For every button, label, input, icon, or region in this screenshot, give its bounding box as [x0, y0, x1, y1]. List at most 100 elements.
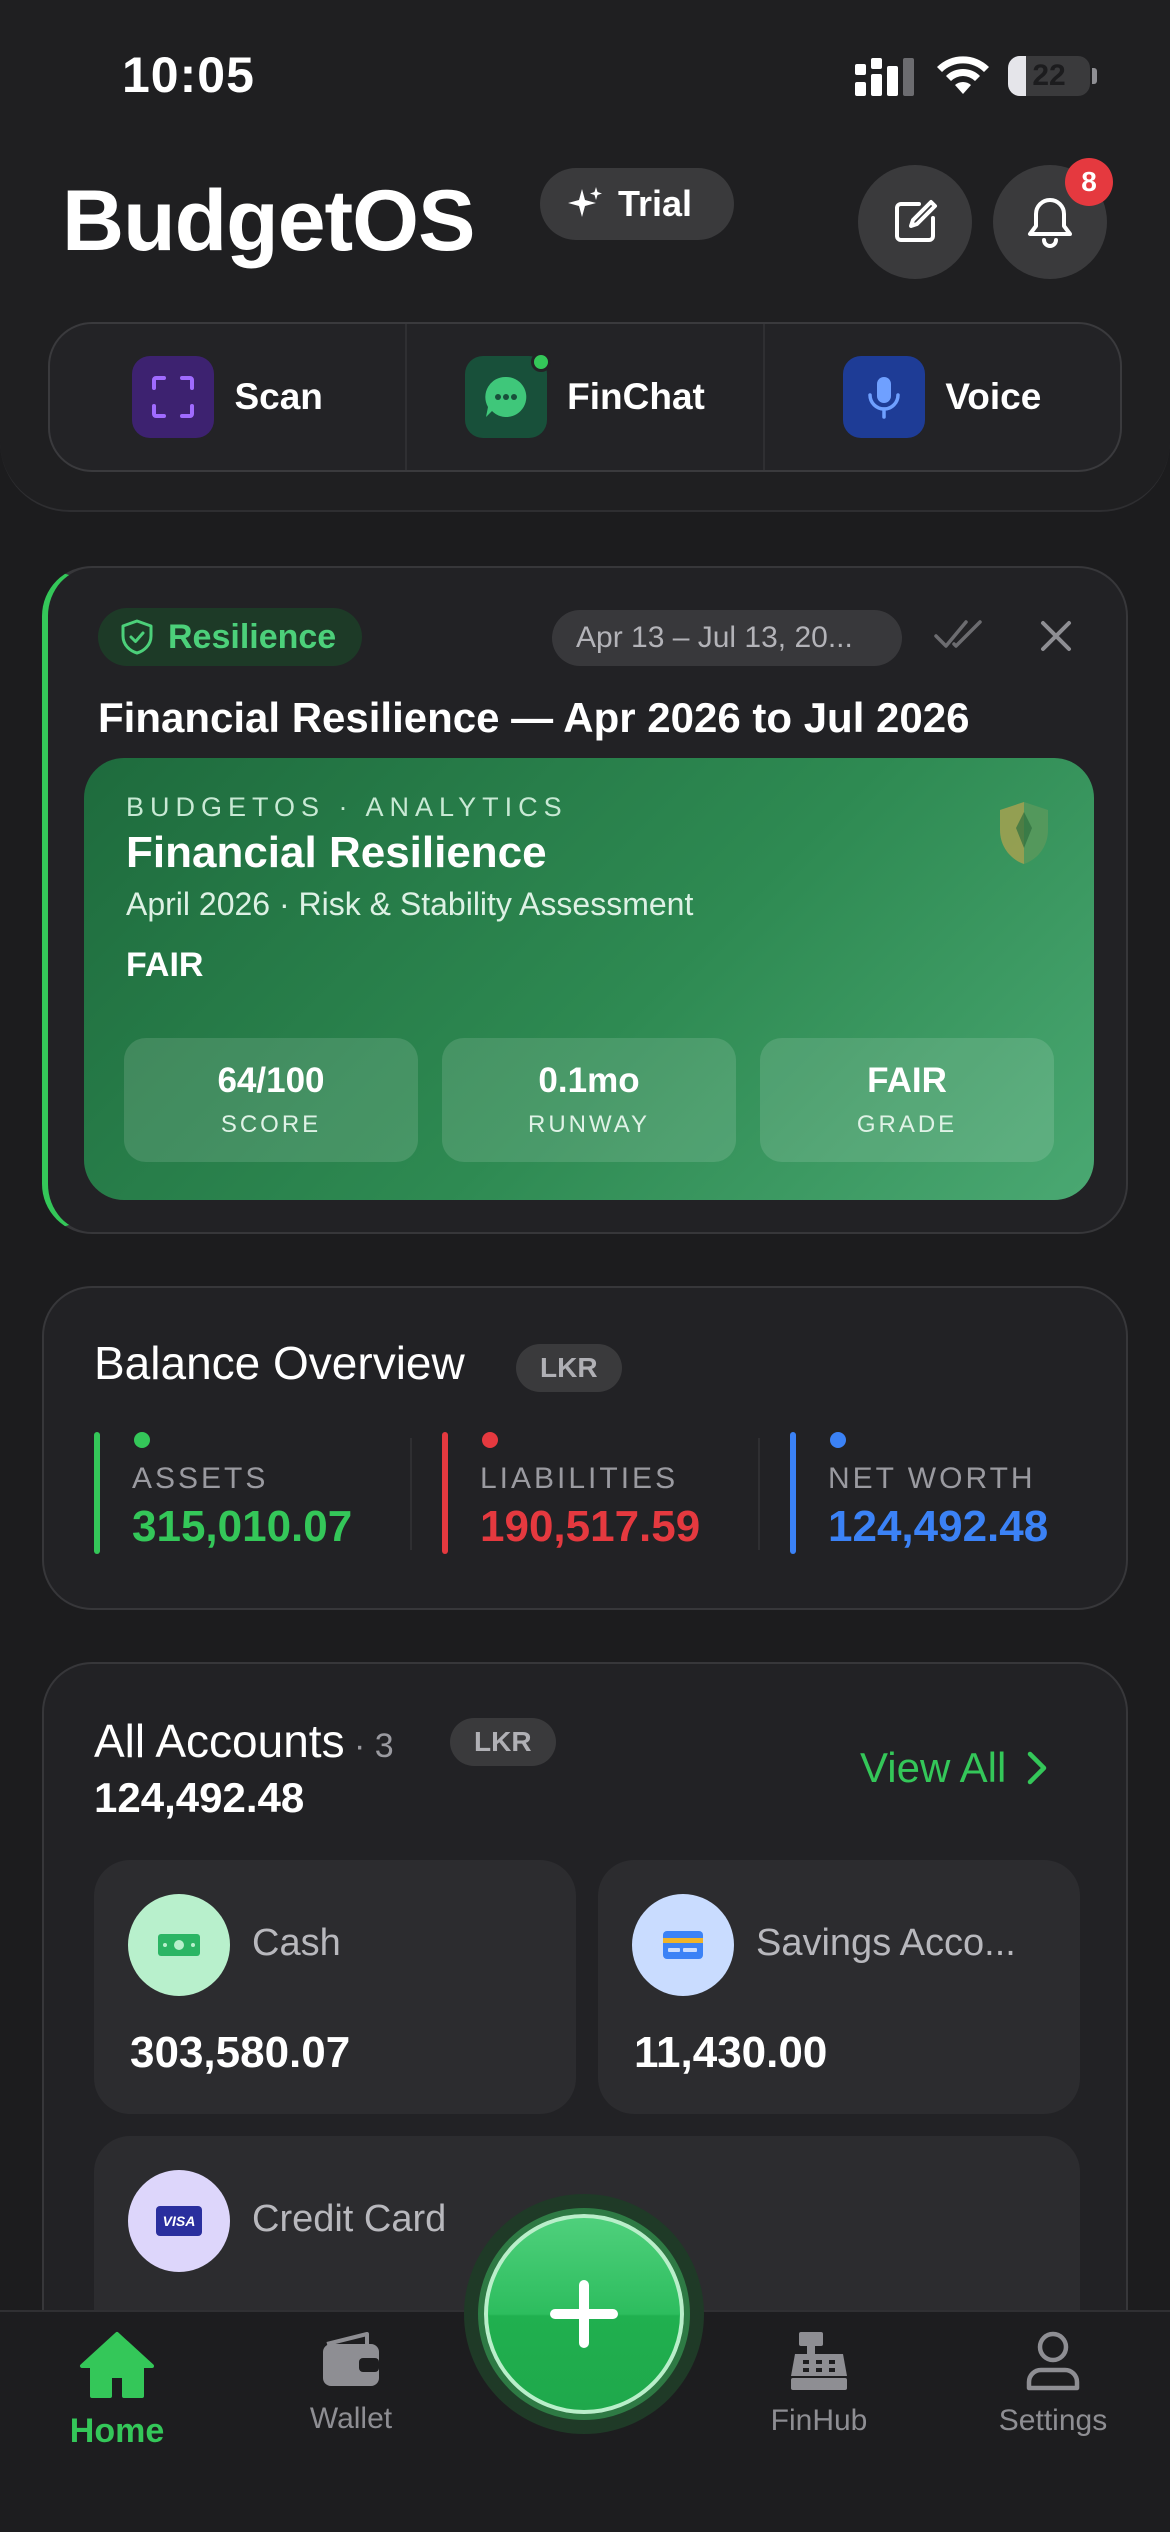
runway-label: RUNWAY — [528, 1111, 650, 1138]
net-worth-value: 124,492.48 — [828, 1502, 1049, 1551]
shield-icon — [1000, 802, 1048, 864]
view-all-label: View All — [860, 1744, 1007, 1791]
assets-label: ASSETS — [132, 1462, 269, 1495]
score-stat: 64/100 SCORE — [124, 1038, 418, 1162]
resilience-subtitle: April 2026 · Risk & Stability Assessment — [126, 886, 694, 922]
assets-bar — [94, 1432, 100, 1554]
sparkles-icon — [568, 187, 602, 217]
accounts-title-text: All Accounts — [94, 1715, 345, 1767]
analytics-kicker: BUDGETOS · ANALYTICS — [126, 792, 568, 822]
balance-divider — [410, 1438, 412, 1550]
cash-register-icon — [791, 2332, 847, 2390]
balance-overview-card[interactable]: Balance Overview LKR ASSETS 315,010.07 L… — [42, 1286, 1128, 1610]
account-name: Cash — [252, 1922, 341, 1964]
battery-percent: 22 — [1032, 59, 1066, 92]
tab-label: Wallet — [309, 2402, 393, 2435]
balance-currency-pill: LKR — [516, 1344, 622, 1392]
status-time: 10:05 — [122, 47, 255, 103]
shield-check-icon — [121, 619, 153, 655]
finchat-label: FinChat — [567, 376, 705, 417]
view-all-link[interactable]: View All — [860, 1744, 1048, 1792]
scan-icon — [132, 356, 215, 438]
status-bar: 10:05 22 — [0, 0, 1170, 150]
quick-actions-bar: Scan FinChat Voice — [48, 322, 1122, 472]
bank-card-icon — [632, 1894, 734, 1996]
app-brand: BudgetOS — [62, 173, 475, 269]
liabilities-summary: LIABILITIES 190,517.59 — [442, 1432, 762, 1554]
account-tile-cash[interactable]: Cash 303,580.07 — [94, 1860, 576, 2114]
resilience-stats: 64/100 SCORE 0.1mo RUNWAY FAIR GRADE — [124, 1038, 1054, 1162]
microphone-icon — [843, 356, 926, 438]
person-icon — [1026, 2331, 1080, 2391]
tab-home[interactable]: Home — [17, 2330, 217, 2451]
account-balance: 303,580.07 — [130, 2028, 351, 2077]
trial-button[interactable]: Trial — [540, 168, 734, 240]
chat-bubble-icon — [465, 352, 552, 438]
visa-logo: VISA — [156, 2206, 202, 2236]
edit-icon — [895, 200, 937, 242]
balance-title: Balance Overview — [94, 1337, 465, 1389]
assets-dot — [134, 1432, 150, 1448]
assets-value: 315,010.07 — [132, 1502, 353, 1551]
plus-icon — [550, 2280, 618, 2348]
accounts-total: 124,492.48 — [94, 1774, 305, 1821]
resilience-card[interactable]: Resilience Apr 13 – Jul 13, 20... Financ… — [42, 566, 1128, 1234]
resilience-inner-title: Financial Resilience — [126, 828, 547, 877]
tab-label: Settings — [998, 2404, 1108, 2437]
net-worth-summary: NET WORTH 124,492.48 — [790, 1432, 1110, 1554]
balance-divider — [758, 1438, 760, 1550]
scan-label: Scan — [234, 376, 323, 417]
chevron-right-icon — [1028, 1751, 1047, 1785]
score-value: 64/100 — [217, 1061, 325, 1100]
home-icon — [80, 2332, 154, 2398]
tab-label: Home — [69, 2412, 165, 2450]
notification-badge: 8 — [1065, 158, 1113, 206]
resilience-grade: FAIR — [126, 946, 204, 984]
account-tile-savings[interactable]: Savings Acco... 11,430.00 — [598, 1860, 1080, 2114]
liabilities-value: 190,517.59 — [480, 1502, 701, 1551]
resilience-tag: Resilience — [98, 608, 363, 666]
cash-icon — [128, 1894, 230, 1996]
compose-button[interactable] — [858, 165, 972, 279]
tab-wallet[interactable]: Wallet — [251, 2330, 451, 2436]
scan-action[interactable]: Scan — [50, 324, 405, 470]
grade-value: FAIR — [867, 1061, 947, 1100]
online-indicator — [531, 352, 552, 372]
tab-finhub[interactable]: FinHub — [719, 2330, 919, 2438]
liabilities-bar — [442, 1432, 448, 1554]
accounts-currency-pill: LKR — [450, 1718, 556, 1766]
battery-nub — [1092, 68, 1097, 84]
visa-card-icon: VISA — [128, 2170, 230, 2272]
account-balance: 11,430.00 — [634, 2028, 828, 2077]
runway-stat: 0.1mo RUNWAY — [442, 1038, 736, 1162]
add-transaction-button[interactable] — [484, 2214, 684, 2414]
date-range-pill[interactable]: Apr 13 – Jul 13, 20... — [552, 610, 902, 666]
close-icon[interactable] — [1038, 618, 1074, 654]
voice-label: Voice — [945, 376, 1042, 417]
accounts-title: All Accounts · 3 — [94, 1714, 394, 1768]
resilience-summary-panel: BUDGETOS · ANALYTICS Financial Resilienc… — [84, 758, 1094, 1200]
wifi-icon — [937, 56, 989, 94]
grade-stat: FAIR GRADE — [760, 1038, 1054, 1162]
score-label: SCORE — [220, 1111, 322, 1138]
tab-label: FinHub — [770, 2404, 868, 2437]
resilience-title: Financial Resilience — Apr 2026 to Jul 2… — [98, 694, 970, 741]
double-check-icon[interactable] — [934, 616, 986, 652]
cellular-signal-icon — [855, 58, 914, 96]
voice-action[interactable]: Voice — [762, 324, 1120, 470]
account-name: Savings Acco... — [756, 1922, 1016, 1964]
finchat-action[interactable]: FinChat — [405, 324, 762, 470]
runway-value: 0.1mo — [538, 1061, 640, 1100]
grade-label: GRADE — [856, 1111, 958, 1138]
liabilities-label: LIABILITIES — [480, 1462, 679, 1495]
wallet-icon — [323, 2332, 379, 2386]
net-worth-dot — [830, 1432, 846, 1448]
resilience-tag-label: Resilience — [168, 617, 337, 656]
liabilities-dot — [482, 1432, 498, 1448]
net-worth-label: NET WORTH — [828, 1462, 1036, 1495]
tab-settings[interactable]: Settings — [953, 2330, 1153, 2438]
trial-label: Trial — [618, 183, 693, 224]
accounts-count: · 3 — [344, 1727, 394, 1765]
bell-icon — [1028, 198, 1072, 248]
assets-summary: ASSETS 315,010.07 — [94, 1432, 414, 1554]
